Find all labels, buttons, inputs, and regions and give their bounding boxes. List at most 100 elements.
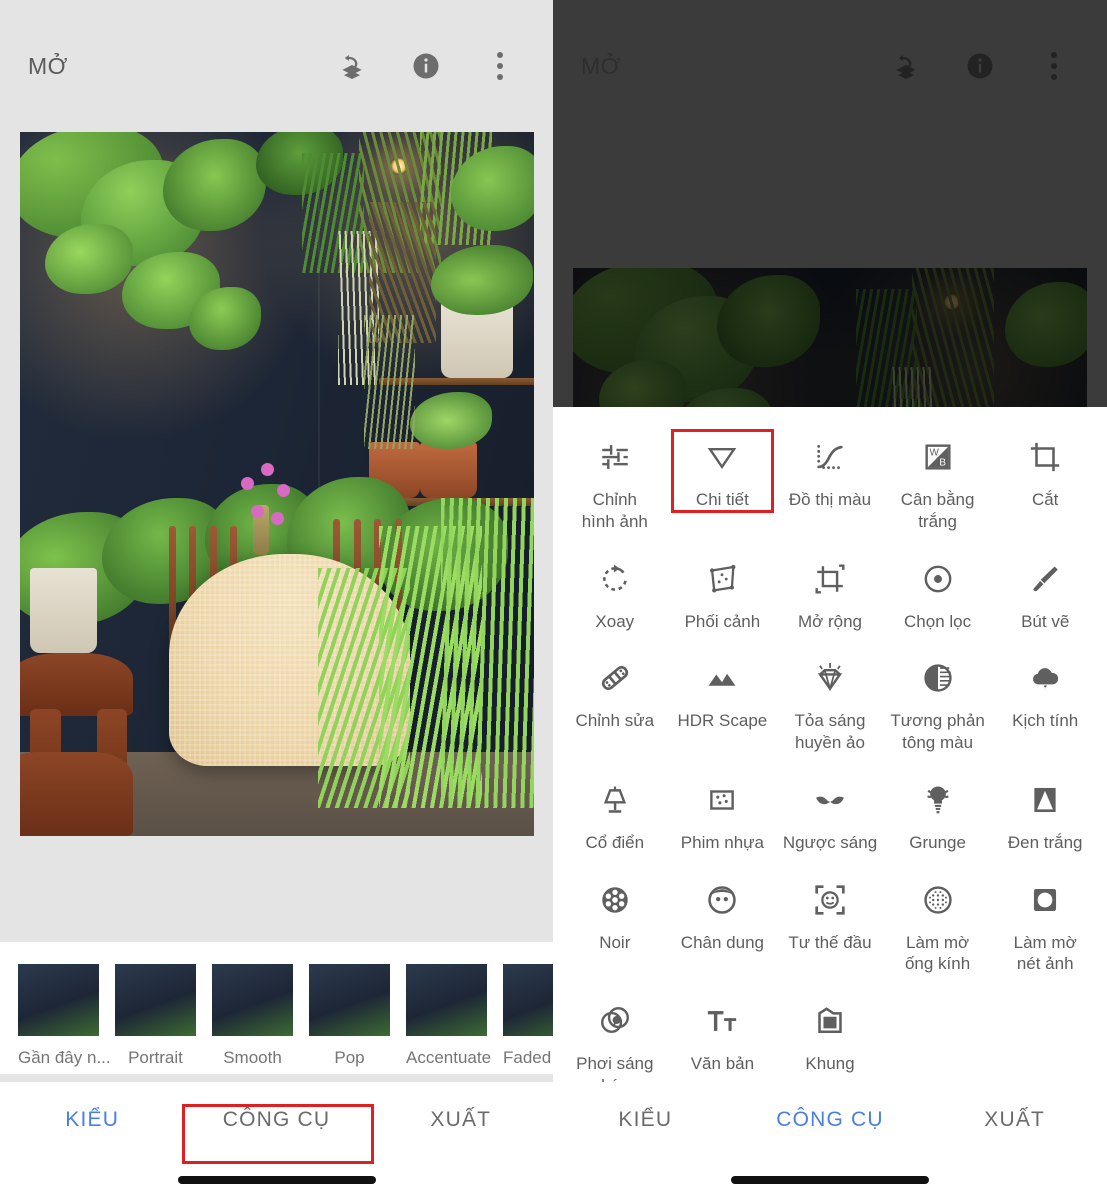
tool-portrait[interactable]: Chân dung [669,864,777,982]
tool-label: Phim nhựa [680,832,764,852]
filter-thumbnail[interactable] [309,964,390,1036]
tool-perspective[interactable]: Phối cảnh [669,543,777,639]
tool-label: Làm mờ ống kính [904,932,971,974]
tab-kieu[interactable]: KIỂU [0,1082,184,1132]
filter-thumbnail[interactable] [406,964,487,1036]
text-icon [700,999,744,1043]
right-top-bar: MỞ [553,0,1107,132]
home-indicator [731,1176,929,1184]
glamour-glow-icon [808,656,852,700]
tool-label: Cắt [1031,490,1059,509]
filter-label: Portrait [128,1048,183,1067]
tool-grunge[interactable]: Grunge [884,764,992,860]
filter-item[interactable]: Pop [309,964,390,1068]
tool-label: Chọn lọc [904,611,972,631]
tonal-contrast-icon [916,656,960,700]
filter-label: Accentuate [406,1048,492,1067]
healing-icon [593,656,637,700]
filter-item[interactable]: Portrait [115,964,196,1068]
tool-label: Tỏa sáng huyền ảo [794,711,866,752]
tab-cong-cu[interactable]: CÔNG CỤ [184,1082,368,1132]
tool-noir[interactable]: Noir [561,864,669,982]
filter-thumbnail[interactable] [115,964,196,1036]
filter-thumbnail[interactable] [503,964,553,1036]
hdr-mountains-icon [700,656,744,700]
tool-details[interactable]: Chi tiết [669,421,777,539]
right-panel-tools-view: MỞ Chỉnh hình ảnh Chi tiết Đồ thị màu W … [553,0,1107,1200]
tune-icon [593,435,637,479]
tool-label: HDR Scape [677,711,768,731]
tool-selective[interactable]: Chọn lọc [884,543,992,639]
noir-reel-icon [593,878,637,922]
right-bottom-tabs: KIỂU CÔNG CỤ XUẤT [553,1082,1107,1200]
tool-label: Chỉnh hình ảnh [581,490,648,531]
tool-head-pose[interactable]: Tư thế đầu [776,864,884,982]
overflow-menu-icon[interactable] [483,52,517,80]
tool-label: Văn bản [690,1054,755,1073]
left-bottom-tabs: KIỂU CÔNG CỤ XUẤT [0,1082,553,1200]
crop-icon [1023,435,1067,479]
filter-label: Faded Glo [503,1048,553,1067]
svg-text:B: B [939,458,946,469]
overflow-menu-icon[interactable] [1037,52,1071,80]
tool-hdr-scape[interactable]: HDR Scape [669,642,777,760]
filter-item[interactable]: Gần đây n... [18,964,111,1068]
tool-grainy-film[interactable]: Phim nhựa [669,764,777,860]
vignette-icon [1023,878,1067,922]
tool-brush[interactable]: Bút vẽ [991,543,1099,639]
tab-kieu[interactable]: KIỂU [553,1082,738,1132]
tool-label: Ngược sáng [782,832,878,852]
tool-tonal-contrast[interactable]: Tương phản tông màu [884,642,992,760]
right-top-bar-actions [889,49,1079,83]
filter-item[interactable]: Smooth [212,964,293,1068]
frames-icon [808,999,852,1043]
perspective-icon [700,557,744,601]
filter-item[interactable]: Faded Glo [503,964,553,1068]
white-balance-icon: W B [916,435,960,479]
tool-lens-blur[interactable]: Làm mờ ống kính [884,864,992,982]
tool-healing[interactable]: Chỉnh sửa [561,642,669,760]
filter-label: Gần đây n... [18,1048,111,1067]
tab-cong-cu[interactable]: CÔNG CỤ [738,1082,923,1132]
left-photo-stage [0,132,553,942]
rotate-icon [593,557,637,601]
filter-thumbnail[interactable] [18,964,99,1036]
left-top-bar: MỞ [0,0,553,132]
tool-label: Cân bằng trắng [900,490,975,531]
tool-rotate[interactable]: Xoay [561,543,669,639]
tool-drama[interactable]: Kịch tính [991,642,1099,760]
tool-label: Mở rộng [797,611,863,631]
tool-label: Chân dung [680,932,764,952]
tool-label: Noir [599,932,631,952]
svg-text:W: W [929,448,939,459]
tools-grid: Chỉnh hình ảnh Chi tiết Đồ thị màu W B C… [553,407,1107,1103]
filter-thumbnail[interactable] [212,964,293,1036]
dimmed-photo-preview[interactable] [573,268,1087,408]
tool-vintage[interactable]: Cổ điển [561,764,669,860]
tool-retrolux[interactable]: Ngược sáng [776,764,884,860]
tab-xuat[interactable]: XUẤT [922,1082,1107,1132]
filter-item[interactable]: Accentuate [406,964,492,1068]
info-icon[interactable] [963,49,997,83]
undo-layers-icon[interactable] [889,49,923,83]
undo-layers-icon[interactable] [335,49,369,83]
tool-black-white[interactable]: Đen trắng [991,764,1099,860]
tool-vignette[interactable]: Làm mờ nét ảnh [991,864,1099,982]
grunge-icon [916,778,960,822]
tool-crop[interactable]: Cắt [991,421,1099,539]
filter-label: Pop [334,1048,365,1067]
info-icon[interactable] [409,49,443,83]
tool-glamour-glow[interactable]: Tỏa sáng huyền ảo [776,642,884,760]
tool-white-balance[interactable]: W B Cân bằng trắng [884,421,992,539]
brush-icon [1023,557,1067,601]
tab-xuat[interactable]: XUẤT [369,1082,553,1132]
portrait-face-icon [700,878,744,922]
left-panel-styles-view: MỞ Gần đây n... Portrait Smooth Pop Acce… [0,0,553,1200]
tool-curves[interactable]: Đồ thị màu [776,421,884,539]
tool-tune-image[interactable]: Chỉnh hình ảnh [561,421,669,539]
tool-expand[interactable]: Mở rộng [776,543,884,639]
filter-strip[interactable]: Gần đây n... Portrait Smooth Pop Accentu… [0,942,553,1074]
tool-label: Kịch tính [1012,711,1079,731]
lens-blur-icon [916,878,960,922]
photo-preview[interactable] [19,132,534,836]
